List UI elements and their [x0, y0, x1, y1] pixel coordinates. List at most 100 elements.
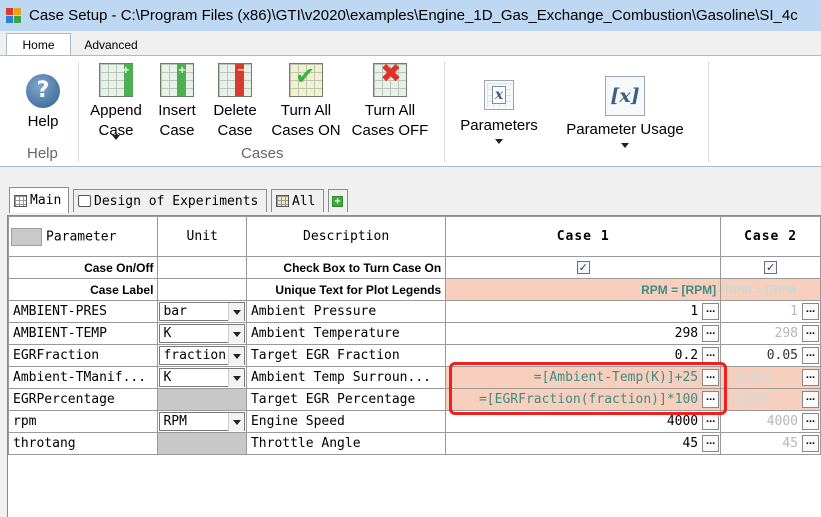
select-all-corner[interactable]	[11, 227, 42, 246]
header-row: Parameter Unit Description Case 1 Case 2	[8, 216, 821, 257]
case-2-value-cell[interactable]: 1...	[720, 300, 821, 323]
chevron-down-icon	[495, 139, 503, 144]
parameters-icon: x	[484, 80, 514, 110]
chevron-down-icon[interactable]	[227, 303, 244, 321]
case-2-value-cell[interactable]: =[Ambi......	[720, 366, 821, 389]
ellipsis-button[interactable]: ...	[802, 347, 819, 364]
case-2-value-cell[interactable]: 0.05...	[720, 344, 821, 367]
delete-case-button[interactable]: − Delete Case	[208, 63, 262, 141]
app-icon	[6, 7, 22, 24]
ribbon-separator	[444, 62, 445, 162]
case-2-value-cell[interactable]: 45...	[720, 432, 821, 455]
description-cell[interactable]: Target EGR Fraction	[245, 344, 447, 367]
window-title: Case Setup - C:\Program Files (x86)\GTI\…	[29, 7, 798, 24]
ribbon-separator	[708, 62, 709, 162]
chevron-down-icon[interactable]	[227, 325, 244, 343]
header-case-2[interactable]: Case 2	[720, 216, 821, 257]
table-row: throtang Throttle Angle 45... 45...	[8, 432, 821, 455]
highlight-box	[449, 362, 727, 415]
chevron-down-icon	[621, 143, 629, 148]
ellipsis-button[interactable]: ...	[802, 303, 819, 320]
description-cell[interactable]: Ambient Pressure	[245, 300, 447, 323]
ellipsis-button[interactable]: ...	[802, 391, 819, 408]
tab-design-of-experiments[interactable]: Design of Experiments	[73, 189, 267, 212]
case-label-row: Case Label Unique Text for Plot Legends …	[8, 278, 821, 301]
ribbon-separator	[78, 62, 79, 162]
ellipsis-button[interactable]: ...	[702, 435, 720, 452]
case-1-value-cell[interactable]: 45...	[445, 432, 722, 455]
insert-case-button[interactable]: + Insert Case	[152, 63, 202, 141]
param-name-cell[interactable]: rpm	[8, 410, 159, 433]
parameters-button[interactable]: x Parameters	[455, 80, 543, 144]
description-cell[interactable]: Ambient Temp Surroun...	[245, 366, 447, 389]
case-2-value-cell[interactable]: 298...	[720, 322, 821, 345]
chevron-down-icon[interactable]	[227, 413, 244, 431]
case-1-on-cell: ✓	[445, 256, 722, 279]
ellipsis-button[interactable]: ...	[702, 325, 720, 342]
param-name-cell[interactable]: throtang	[8, 432, 159, 455]
unit-select[interactable]: fraction	[157, 344, 247, 367]
case-1-label-cell[interactable]: RPM = [RPM]	[445, 278, 722, 301]
tab-home[interactable]: Home	[6, 33, 71, 56]
chevron-down-icon[interactable]	[227, 347, 244, 365]
description-cell[interactable]: Engine Speed	[245, 410, 447, 433]
case-2-value-cell[interactable]: =[EGRF......	[720, 388, 821, 411]
unit-select[interactable]: RPM	[157, 410, 247, 433]
tab-advanced[interactable]: Advanced	[78, 33, 144, 56]
unit-cell-empty	[157, 432, 247, 455]
param-name-cell[interactable]: Ambient-TManif...	[8, 366, 159, 389]
ellipsis-button[interactable]: ...	[802, 435, 819, 452]
unit-select[interactable]: K	[157, 322, 247, 345]
delete-case-icon: −	[218, 63, 252, 97]
ellipsis-button[interactable]: ...	[702, 303, 720, 320]
title-bar: Case Setup - C:\Program Files (x86)\GTI\…	[0, 0, 821, 31]
case-2-checkbox[interactable]: ✓	[764, 261, 778, 274]
table-row: AMBIENT-TEMP K Ambient Temperature 298..…	[8, 322, 821, 345]
append-case-button[interactable]: + Append Case	[85, 63, 147, 140]
case-1-value-cell[interactable]: 298...	[445, 322, 722, 345]
chevron-down-icon[interactable]	[227, 369, 244, 387]
group-label-help: Help	[27, 145, 58, 162]
group-label-cases: Cases	[241, 145, 284, 162]
param-name-cell[interactable]: AMBIENT-PRES	[8, 300, 159, 323]
case-2-label-cell[interactable]: RPM = [RPM	[720, 278, 821, 301]
case-1-checkbox[interactable]: ✓	[576, 261, 590, 274]
ellipsis-button[interactable]: ...	[702, 413, 720, 430]
unit-select[interactable]: bar	[157, 300, 247, 323]
ellipsis-button[interactable]: ...	[802, 413, 819, 430]
insert-case-icon: +	[160, 63, 194, 97]
case-1-value-cell[interactable]: 1...	[445, 300, 722, 323]
ellipsis-button[interactable]: ...	[802, 369, 819, 386]
turn-all-cases-off-button[interactable]: ✖ Turn All Cases OFF	[350, 61, 430, 141]
turn-all-cases-on-button[interactable]: ✔ Turn All Cases ON	[270, 63, 342, 141]
grid-icon	[276, 195, 289, 207]
case-on-off-description: Check Box to Turn Case On	[245, 256, 447, 279]
header-description[interactable]: Description	[245, 216, 447, 257]
tab-all[interactable]: All	[271, 189, 324, 212]
description-cell[interactable]: Target EGR Percentage	[245, 388, 447, 411]
header-case-1[interactable]: Case 1	[445, 216, 722, 257]
case-label-label: Case Label	[8, 278, 159, 301]
parameter-usage-button[interactable]: [x] Parameter Usage	[558, 76, 692, 148]
header-unit[interactable]: Unit	[157, 216, 247, 257]
description-cell[interactable]: Throttle Angle	[245, 432, 447, 455]
ribbon-tab-bar: Home Advanced	[0, 31, 821, 56]
unit-select[interactable]: K	[157, 366, 247, 389]
header-parameter[interactable]: Parameter	[8, 216, 159, 257]
ellipsis-button[interactable]: ...	[802, 325, 819, 342]
append-case-icon: +	[99, 63, 133, 97]
help-button[interactable]: ? Help	[22, 74, 64, 132]
ribbon: ? Help Help + Append Case + Insert Case …	[0, 55, 821, 167]
case-2-value-cell[interactable]: 4000...	[720, 410, 821, 433]
param-name-cell[interactable]: AMBIENT-TEMP	[8, 322, 159, 345]
add-tab-button[interactable]: +	[328, 189, 348, 212]
description-cell[interactable]: Ambient Temperature	[245, 322, 447, 345]
unit-cell-empty	[157, 388, 247, 411]
param-name-cell[interactable]: EGRFraction	[8, 344, 159, 367]
param-name-cell[interactable]: EGRPercentage	[8, 388, 159, 411]
plus-icon: +	[332, 195, 343, 207]
x-icon: ✖	[373, 61, 407, 97]
tab-main[interactable]: Main	[9, 187, 69, 213]
case-label-description: Unique Text for Plot Legends	[245, 278, 447, 301]
empty-cell	[157, 278, 247, 301]
